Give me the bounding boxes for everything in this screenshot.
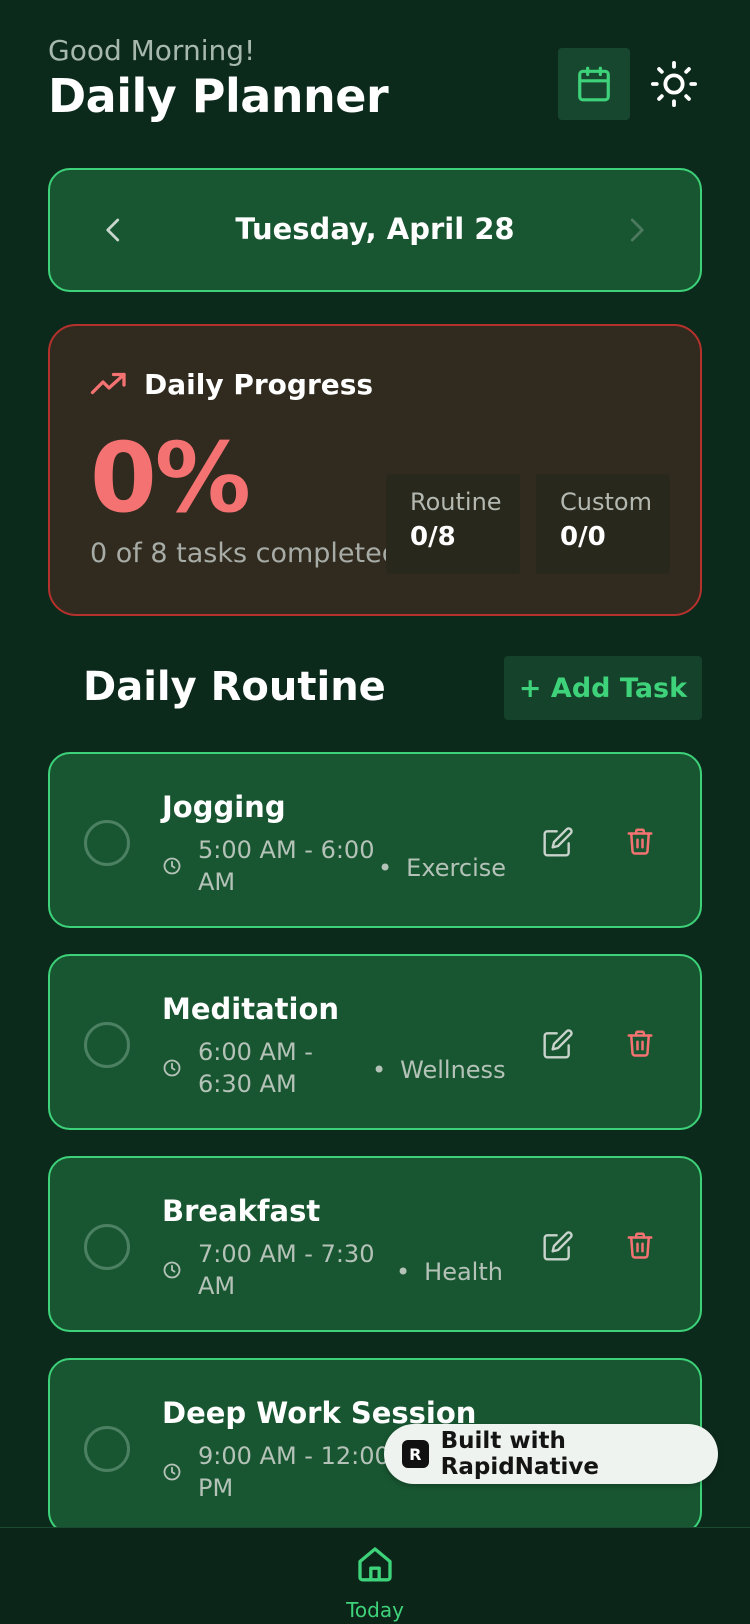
progress-summary: 0 of 8 tasks completed	[90, 538, 399, 569]
clock-icon	[163, 857, 181, 875]
progress-percent: 0%	[90, 422, 251, 534]
built-with-badge[interactable]: R Built with RapidNative	[384, 1424, 718, 1484]
task-meta: 6:00 AM - 6:30 AM • Wellness	[162, 1036, 506, 1106]
edit-icon	[543, 1029, 573, 1059]
sun-icon	[651, 61, 697, 107]
progress-title: Daily Progress	[144, 368, 374, 401]
task-name: Jogging	[162, 790, 286, 824]
routine-stat-value: 0/8	[410, 522, 456, 552]
edit-task-button[interactable]	[540, 1228, 576, 1264]
task-card[interactable]: Meditation 6:00 AM - 6:30 AM • Wellness	[48, 954, 702, 1130]
trash-icon	[627, 1030, 653, 1057]
custom-stat-label: Custom	[560, 488, 652, 516]
header: Good Morning! Daily Planner	[48, 34, 702, 134]
task-time-line-2: AM	[198, 1272, 236, 1300]
task-card[interactable]: Breakfast 7:00 AM - 7:30 AM • Health	[48, 1156, 702, 1332]
clock-icon	[163, 1059, 181, 1077]
clock-icon	[163, 1261, 181, 1279]
task-name: Breakfast	[162, 1194, 321, 1228]
task-name: Meditation	[162, 992, 340, 1026]
task-checkbox[interactable]	[84, 1426, 130, 1472]
progress-header: Daily Progress	[90, 368, 373, 401]
nav-today-label[interactable]: Today	[0, 1598, 750, 1622]
routine-stat-label: Routine	[410, 488, 502, 516]
trash-icon	[627, 1232, 653, 1259]
trash-icon	[627, 828, 653, 855]
rapidnative-logo-icon: R	[402, 1440, 429, 1468]
edit-icon	[543, 827, 573, 857]
task-time-line-2: AM	[198, 868, 236, 896]
section-title: Daily Routine	[83, 664, 386, 710]
custom-stat-value: 0/0	[560, 522, 606, 552]
task-time: 6:00 AM - 6:30 AM	[198, 1036, 313, 1100]
edit-task-button[interactable]	[540, 1026, 576, 1062]
chevron-right-icon	[630, 218, 644, 242]
routine-stat: Routine 0/8	[386, 474, 520, 574]
trending-up-icon	[90, 372, 126, 394]
bottom-nav: Today	[0, 1527, 750, 1624]
badge-text: Built with RapidNative	[440, 1428, 599, 1480]
task-card[interactable]: Jogging 5:00 AM - 6:00 AM • Exercise	[48, 752, 702, 928]
task-category: • Health	[396, 1258, 503, 1286]
task-time-line-1: 9:00 AM - 12:00	[198, 1442, 390, 1470]
task-time-line-1: 7:00 AM - 7:30	[198, 1240, 375, 1268]
delete-task-button[interactable]	[622, 1024, 658, 1062]
task-time-line-2: 6:30 AM	[198, 1070, 297, 1098]
custom-stat: Custom 0/0	[536, 474, 670, 574]
delete-task-button[interactable]	[622, 1226, 658, 1264]
task-category-label: Health	[424, 1258, 503, 1286]
clock-icon	[163, 1463, 181, 1481]
current-date: Tuesday, April 28	[235, 212, 515, 246]
delete-task-button[interactable]	[622, 822, 658, 860]
daily-progress-card: Daily Progress 0% 0 of 8 tasks completed…	[48, 324, 702, 616]
task-time-line-1: 6:00 AM -	[198, 1038, 313, 1066]
task-time-line-2: PM	[198, 1474, 234, 1502]
calendar-button[interactable]	[558, 48, 630, 120]
edit-icon	[543, 1231, 573, 1261]
task-category-label: Exercise	[406, 854, 507, 882]
task-checkbox[interactable]	[84, 820, 130, 866]
task-checkbox[interactable]	[84, 1022, 130, 1068]
theme-toggle-button[interactable]	[646, 48, 702, 120]
add-task-button[interactable]: + Add Task	[504, 656, 702, 720]
task-meta: 5:00 AM - 6:00 AM • Exercise	[162, 834, 506, 904]
task-category: • Exercise	[378, 854, 507, 882]
edit-task-button[interactable]	[540, 824, 576, 860]
task-time: 7:00 AM - 7:30 AM	[198, 1238, 374, 1302]
next-day-button[interactable]	[616, 210, 656, 250]
date-navigator: Tuesday, April 28	[48, 168, 702, 292]
task-checkbox[interactable]	[84, 1224, 130, 1270]
task-meta: 7:00 AM - 7:30 AM • Health	[162, 1238, 503, 1308]
task-time: 5:00 AM - 6:00 AM	[198, 834, 374, 898]
task-time-line-1: 5:00 AM - 6:00	[198, 836, 375, 864]
task-category: • Wellness	[372, 1056, 506, 1084]
home-icon[interactable]	[355, 1544, 395, 1584]
task-category-label: Wellness	[400, 1056, 506, 1084]
task-time: 9:00 AM - 12:00 PM	[198, 1440, 390, 1504]
calendar-icon	[578, 66, 610, 102]
